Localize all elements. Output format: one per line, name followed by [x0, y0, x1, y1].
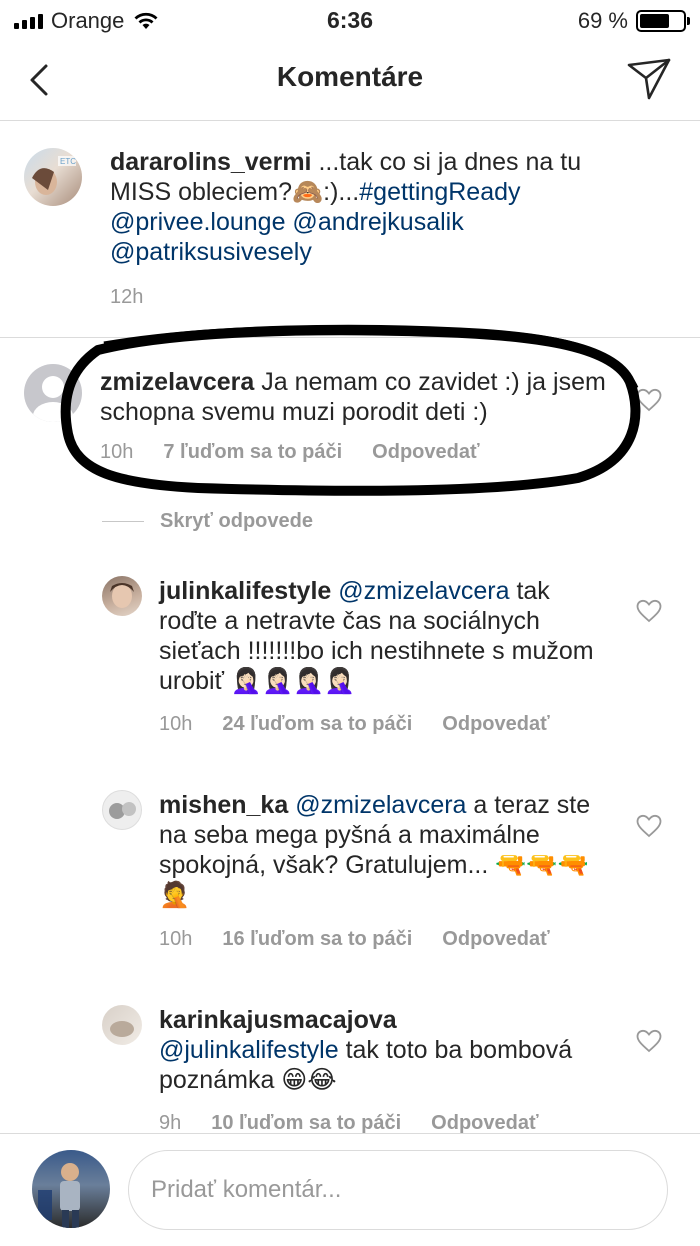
- timestamp: 10h: [159, 928, 193, 950]
- avatar[interactable]: [102, 1005, 142, 1045]
- avatar[interactable]: ETC: [24, 148, 82, 206]
- comment-text: zmizelavcera Ja nemam co zavidet :) ja j…: [100, 367, 610, 427]
- username[interactable]: mishen_ka: [159, 791, 288, 819]
- hide-replies-button[interactable]: Skryť odpovede: [102, 510, 313, 533]
- timestamp: 10h: [100, 441, 134, 463]
- comment-input-bar: [0, 1133, 700, 1246]
- avatar[interactable]: [102, 790, 142, 830]
- timestamp: 9h: [159, 1112, 182, 1134]
- comment-text: julinkalifestyle @zmizelavcera tak roďte…: [159, 576, 599, 696]
- hashtag-link[interactable]: #gettingReady: [359, 178, 520, 206]
- paper-plane-icon[interactable]: [626, 56, 672, 102]
- reply-button[interactable]: Odpovedať: [431, 1112, 538, 1135]
- likes-count[interactable]: 24 ľuďom sa to páči: [222, 713, 412, 736]
- svg-text:ETC: ETC: [60, 157, 76, 166]
- hide-replies-label: Skryť odpovede: [160, 510, 313, 532]
- heart-outline-icon[interactable]: [636, 599, 662, 623]
- username[interactable]: karinkajusmacajova: [159, 1006, 397, 1034]
- reply-button[interactable]: Odpovedať: [442, 928, 549, 951]
- likes-count[interactable]: 7 ľuďom sa to páči: [163, 441, 342, 464]
- username[interactable]: julinkalifestyle: [159, 577, 331, 605]
- caption-text: dararolins_vermi ...tak co si ja dnes na…: [110, 147, 600, 267]
- comment-meta: 9h 10 ľuďom sa to páči Odpovedať: [159, 1112, 539, 1135]
- comment-meta: 12h: [110, 286, 143, 309]
- battery-icon: [636, 10, 690, 32]
- comment-input[interactable]: [128, 1150, 668, 1230]
- mention-link[interactable]: @privee.lounge @andrejkusalik @patriksus…: [110, 208, 464, 266]
- mention-link[interactable]: @julinkalifestyle: [159, 1036, 339, 1064]
- timestamp: 10h: [159, 713, 193, 735]
- comment-meta: 10h 7 ľuďom sa to páči Odpovedať: [100, 441, 480, 464]
- mention-link[interactable]: @zmizelavcera: [338, 577, 509, 605]
- heart-outline-icon[interactable]: [636, 814, 662, 838]
- nav-bar: Komentáre: [0, 40, 700, 121]
- avatar[interactable]: [24, 364, 82, 422]
- reply-button[interactable]: Odpovedať: [442, 713, 549, 736]
- status-bar: Orange 6:36 69 %: [0, 0, 700, 40]
- comment-meta: 10h 24 ľuďom sa to páči Odpovedať: [159, 713, 550, 736]
- likes-count[interactable]: 16 ľuďom sa to páči: [222, 928, 412, 951]
- heart-outline-icon[interactable]: [636, 1029, 662, 1053]
- divider: [102, 521, 144, 522]
- post-caption: ETC dararolins_vermi ...tak co si ja dne…: [0, 121, 700, 338]
- reply-button[interactable]: Odpovedať: [372, 441, 479, 464]
- timestamp: 12h: [110, 286, 144, 308]
- mention-link[interactable]: @zmizelavcera: [295, 791, 466, 819]
- comment-text: mishen_ka @zmizelavcera a teraz ste na s…: [159, 790, 599, 910]
- battery-percent: 69 %: [577, 8, 628, 33]
- avatar: [32, 1150, 110, 1228]
- status-right: 69 %: [577, 8, 690, 34]
- heart-outline-icon[interactable]: [636, 388, 662, 412]
- page-title: Komentáre: [276, 61, 424, 92]
- comment-text: karinkajusmacajova @julinkalifestyle tak…: [159, 1005, 599, 1095]
- username[interactable]: dararolins_vermi: [110, 148, 312, 176]
- comment-meta: 10h 16 ľuďom sa to páči Odpovedať: [159, 928, 550, 951]
- username[interactable]: zmizelavcera: [100, 368, 254, 396]
- likes-count[interactable]: 10 ľuďom sa to páči: [211, 1112, 401, 1135]
- avatar[interactable]: [102, 576, 142, 616]
